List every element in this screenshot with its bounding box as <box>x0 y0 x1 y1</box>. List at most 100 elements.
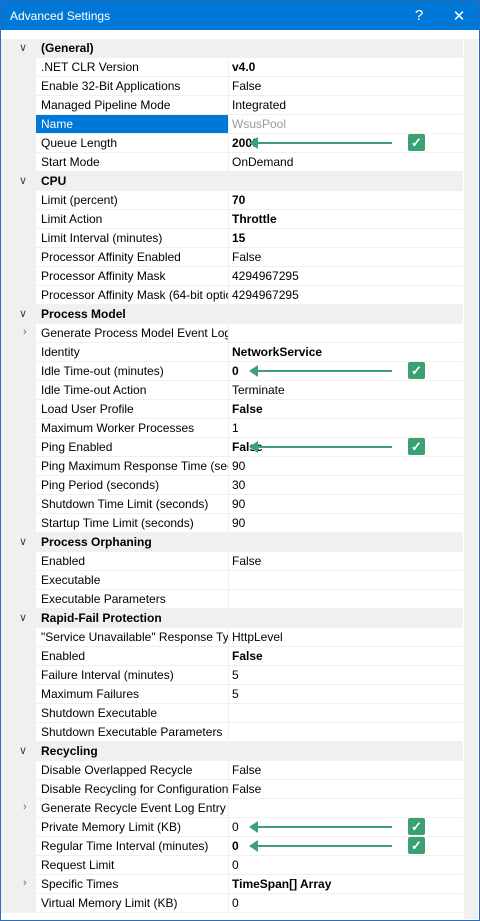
property-value[interactable]: False <box>229 400 463 418</box>
property-row-limit-action[interactable]: Limit Action Throttle <box>1 210 463 229</box>
property-value[interactable] <box>229 324 463 342</box>
close-button[interactable]: ✕ <box>439 7 479 25</box>
property-row-enabled[interactable]: Enabled False <box>1 647 463 666</box>
property-row-specific-times[interactable]: › Specific Times TimeSpan[] Array <box>1 875 463 894</box>
property-value[interactable]: HttpLevel <box>229 628 463 646</box>
property-value[interactable]: WsusPool <box>229 115 463 133</box>
property-value[interactable]: 0 ✓ <box>229 362 463 380</box>
property-row-maximum-failures[interactable]: Maximum Failures 5 <box>1 685 463 704</box>
property-row-maximum-worker-processes[interactable]: Maximum Worker Processes 1 <box>1 419 463 438</box>
property-row-net-clr-version[interactable]: .NET CLR Version v4.0 <box>1 58 463 77</box>
chevron-down-icon[interactable]: ∨ <box>19 41 27 54</box>
chevron-down-icon[interactable]: ∨ <box>19 307 27 320</box>
chevron-down-icon[interactable]: ∨ <box>19 611 27 624</box>
property-row-shutdown-executable-parameters[interactable]: Shutdown Executable Parameters <box>1 723 463 742</box>
property-row-failure-interval-minutes[interactable]: Failure Interval (minutes) 5 <box>1 666 463 685</box>
property-value[interactable] <box>229 571 463 589</box>
property-row-idle-time-out-minutes[interactable]: Idle Time-out (minutes) 0 ✓ <box>1 362 463 381</box>
property-value[interactable]: 0 <box>229 856 463 874</box>
property-row-limit-interval-minutes[interactable]: Limit Interval (minutes) 15 <box>1 229 463 248</box>
property-value[interactable]: 4294967295 <box>229 267 463 285</box>
property-row-disable-recycling-for-configuration-c[interactable]: Disable Recycling for Configuration C Fal… <box>1 780 463 799</box>
property-value[interactable] <box>229 590 463 608</box>
property-value[interactable] <box>229 723 463 741</box>
property-value[interactable]: False ✓ <box>229 438 463 456</box>
property-value[interactable]: 30 <box>229 476 463 494</box>
property-row-executable-parameters[interactable]: Executable Parameters <box>1 590 463 609</box>
property-row-managed-pipeline-mode[interactable]: Managed Pipeline Mode Integrated <box>1 96 463 115</box>
category-general[interactable]: ∨ (General) <box>1 39 463 58</box>
property-value[interactable]: v4.0 <box>229 58 463 76</box>
property-row-enable-32-bit-applications[interactable]: Enable 32-Bit Applications False <box>1 77 463 96</box>
property-value[interactable]: 70 <box>229 191 463 209</box>
category-process-model[interactable]: ∨ Process Model <box>1 305 463 324</box>
property-value[interactable]: 90 <box>229 495 463 513</box>
chevron-right-icon[interactable]: › <box>23 801 27 813</box>
property-row-processor-affinity-mask-64-bit-optio[interactable]: Processor Affinity Mask (64-bit optio 429… <box>1 286 463 305</box>
category-rapid-fail-protection[interactable]: ∨ Rapid-Fail Protection <box>1 609 463 628</box>
property-value[interactable]: False <box>229 552 463 570</box>
chevron-down-icon[interactable]: ∨ <box>19 174 27 187</box>
property-row-service-unavailable-response-type[interactable]: "Service Unavailable" Response Type HttpL… <box>1 628 463 647</box>
property-value[interactable]: Throttle <box>229 210 463 228</box>
property-value[interactable]: 1 <box>229 419 463 437</box>
property-value[interactable] <box>229 704 463 722</box>
property-row-idle-time-out-action[interactable]: Idle Time-out Action Terminate <box>1 381 463 400</box>
property-row-limit-percent[interactable]: Limit (percent) 70 <box>1 191 463 210</box>
property-value[interactable]: False <box>229 647 463 665</box>
category-recycling[interactable]: ∨ Recycling <box>1 742 463 761</box>
property-row-processor-affinity-mask[interactable]: Processor Affinity Mask 4294967295 <box>1 267 463 286</box>
property-value[interactable] <box>229 799 463 817</box>
property-row-start-mode[interactable]: Start Mode OnDemand <box>1 153 463 172</box>
chevron-right-icon[interactable]: › <box>23 877 27 889</box>
row-gutter <box>1 286 36 304</box>
category-process-orphaning[interactable]: ∨ Process Orphaning <box>1 533 463 552</box>
category-cpu[interactable]: ∨ CPU <box>1 172 463 191</box>
chevron-down-icon[interactable]: ∨ <box>19 744 27 757</box>
property-value[interactable]: Integrated <box>229 96 463 114</box>
property-row-executable[interactable]: Executable <box>1 571 463 590</box>
property-row-ping-maximum-response-time-seco[interactable]: Ping Maximum Response Time (seco 90 <box>1 457 463 476</box>
property-row-shutdown-executable[interactable]: Shutdown Executable <box>1 704 463 723</box>
property-value[interactable]: 0 ✓ <box>229 818 463 836</box>
property-row-queue-length[interactable]: Queue Length 2000 ✓ <box>1 134 463 153</box>
property-value[interactable]: False <box>229 780 463 798</box>
property-row-regular-time-interval-minutes[interactable]: Regular Time Interval (minutes) 0 ✓ <box>1 837 463 856</box>
property-value[interactable]: False <box>229 248 463 266</box>
property-row-enabled[interactable]: Enabled False <box>1 552 463 571</box>
help-button[interactable]: ? <box>399 7 439 24</box>
property-row-generate-process-model-event-log-e[interactable]: › Generate Process Model Event Log E <box>1 324 463 343</box>
property-value[interactable]: 90 <box>229 457 463 475</box>
property-row-virtual-memory-limit-kb[interactable]: Virtual Memory Limit (KB) 0 <box>1 894 463 913</box>
property-row-load-user-profile[interactable]: Load User Profile False <box>1 400 463 419</box>
chevron-down-icon[interactable]: ∨ <box>19 535 27 548</box>
property-row-disable-overlapped-recycle[interactable]: Disable Overlapped Recycle False <box>1 761 463 780</box>
property-value[interactable]: OnDemand <box>229 153 463 171</box>
property-value[interactable]: 15 <box>229 229 463 247</box>
property-name: Shutdown Executable Parameters <box>36 723 229 741</box>
property-row-ping-enabled[interactable]: Ping Enabled False ✓ <box>1 438 463 457</box>
property-value[interactable]: 5 <box>229 685 463 703</box>
property-value[interactable]: 5 <box>229 666 463 684</box>
property-row-generate-recycle-event-log-entry[interactable]: › Generate Recycle Event Log Entry <box>1 799 463 818</box>
scrollbar[interactable] <box>464 39 478 919</box>
property-row-shutdown-time-limit-seconds[interactable]: Shutdown Time Limit (seconds) 90 <box>1 495 463 514</box>
property-row-startup-time-limit-seconds[interactable]: Startup Time Limit (seconds) 90 <box>1 514 463 533</box>
chevron-right-icon[interactable]: › <box>23 326 27 338</box>
property-value[interactable]: NetworkService <box>229 343 463 361</box>
property-row-processor-affinity-enabled[interactable]: Processor Affinity Enabled False <box>1 248 463 267</box>
property-value[interactable]: False <box>229 77 463 95</box>
property-value[interactable]: Terminate <box>229 381 463 399</box>
property-value[interactable]: 90 <box>229 514 463 532</box>
property-row-ping-period-seconds[interactable]: Ping Period (seconds) 30 <box>1 476 463 495</box>
property-row-identity[interactable]: Identity NetworkService <box>1 343 463 362</box>
property-row-private-memory-limit-kb[interactable]: Private Memory Limit (KB) 0 ✓ <box>1 818 463 837</box>
property-row-name[interactable]: Name WsusPool <box>1 115 463 134</box>
property-value[interactable]: 0 <box>229 894 463 912</box>
property-value[interactable]: 2000 ✓ <box>229 134 463 152</box>
property-value[interactable]: False <box>229 761 463 779</box>
property-row-request-limit[interactable]: Request Limit 0 <box>1 856 463 875</box>
property-value[interactable]: TimeSpan[] Array <box>229 875 463 893</box>
property-value[interactable]: 4294967295 <box>229 286 463 304</box>
property-value[interactable]: 0 ✓ <box>229 837 463 855</box>
